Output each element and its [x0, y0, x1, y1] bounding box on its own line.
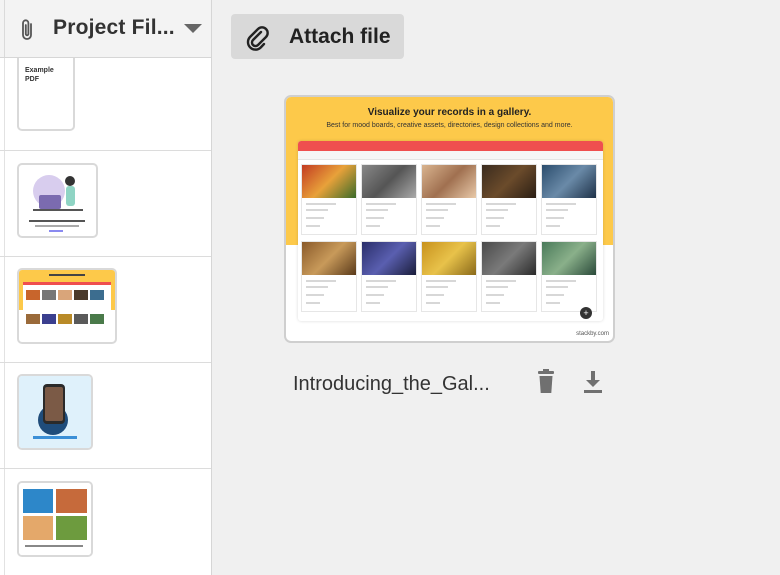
person-thumbnail-image — [19, 376, 91, 448]
attachment-column: Project Fil... Example PDF — [0, 0, 212, 575]
paperclip-icon — [246, 26, 269, 51]
file-thumbnail[interactable] — [17, 268, 117, 344]
table-row[interactable] — [0, 363, 211, 469]
trash-icon[interactable] — [535, 369, 557, 395]
landscape-thumbnail-image — [19, 483, 91, 555]
table-row[interactable] — [0, 151, 211, 257]
preview-app-bar — [298, 141, 603, 151]
preview-app-screenshot — [298, 141, 603, 321]
gallery-card — [481, 241, 537, 312]
gallery-thumbnail-image — [19, 270, 115, 338]
file-thumbnail[interactable]: Example PDF — [17, 58, 75, 131]
preview-subline: Best for mood boards, creative assets, d… — [326, 122, 573, 129]
attach-file-button[interactable]: Attach file — [231, 14, 404, 59]
plus-icon: + — [580, 307, 592, 319]
thumb-text: PDF — [25, 76, 39, 83]
file-thumbnail[interactable] — [17, 374, 93, 450]
paperclip-icon — [22, 19, 32, 40]
preview-app-toolbar — [298, 151, 603, 160]
preview-headline: Visualize your records in a gallery. — [367, 107, 532, 118]
attachment-filename[interactable]: Introducing_the_Gal... — [293, 373, 490, 396]
preview-brand: stackby.com — [576, 331, 609, 337]
illustration-image — [29, 175, 85, 232]
table-row[interactable] — [0, 257, 211, 363]
caret-down-icon[interactable] — [184, 24, 202, 33]
table-row[interactable]: Example PDF — [0, 58, 211, 151]
column-title: Project Fil... — [53, 16, 175, 39]
attach-file-label: Attach file — [289, 25, 391, 48]
gallery-card — [421, 164, 477, 235]
table-row[interactable] — [0, 469, 211, 575]
download-icon[interactable] — [582, 369, 604, 395]
gallery-card — [301, 241, 357, 312]
attachment-preview[interactable]: Visualize your records in a gallery. Bes… — [284, 95, 615, 343]
gallery-card — [361, 164, 417, 235]
gallery-card — [541, 164, 597, 235]
gallery-card — [361, 241, 417, 312]
file-thumbnail[interactable] — [17, 163, 98, 238]
thumb-text: Example — [25, 67, 54, 74]
column-header[interactable]: Project Fil... — [0, 0, 211, 58]
divider — [4, 0, 5, 57]
gallery-card — [481, 164, 537, 235]
gallery-card — [421, 241, 477, 312]
gallery-card — [541, 241, 597, 312]
file-thumbnail[interactable] — [17, 481, 93, 557]
gallery-card — [301, 164, 357, 235]
